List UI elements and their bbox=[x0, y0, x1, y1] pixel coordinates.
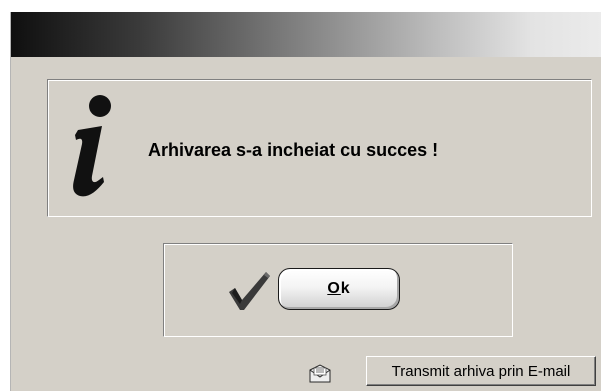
ok-label-rest: k bbox=[340, 280, 351, 297]
dialog-window: Arhivarea s-a incheiat cu succes ! Ok Tr… bbox=[10, 12, 601, 391]
ok-panel: Ok bbox=[163, 243, 513, 337]
ok-button-label: Ok bbox=[327, 280, 350, 298]
send-email-label: Transmit arhiva prin E-mail bbox=[391, 362, 571, 380]
checkmark-icon bbox=[229, 272, 270, 310]
title-bar[interactable] bbox=[11, 12, 601, 57]
message-text: Arhivarea s-a incheiat cu succes ! bbox=[148, 140, 439, 160]
ok-button[interactable]: Ok bbox=[278, 268, 400, 310]
message-panel: Arhivarea s-a incheiat cu succes ! bbox=[47, 79, 592, 217]
send-email-button[interactable]: Transmit arhiva prin E-mail bbox=[366, 356, 596, 386]
ok-accelerator-key: O bbox=[327, 280, 341, 297]
info-icon bbox=[73, 95, 111, 197]
email-icon bbox=[309, 364, 331, 383]
